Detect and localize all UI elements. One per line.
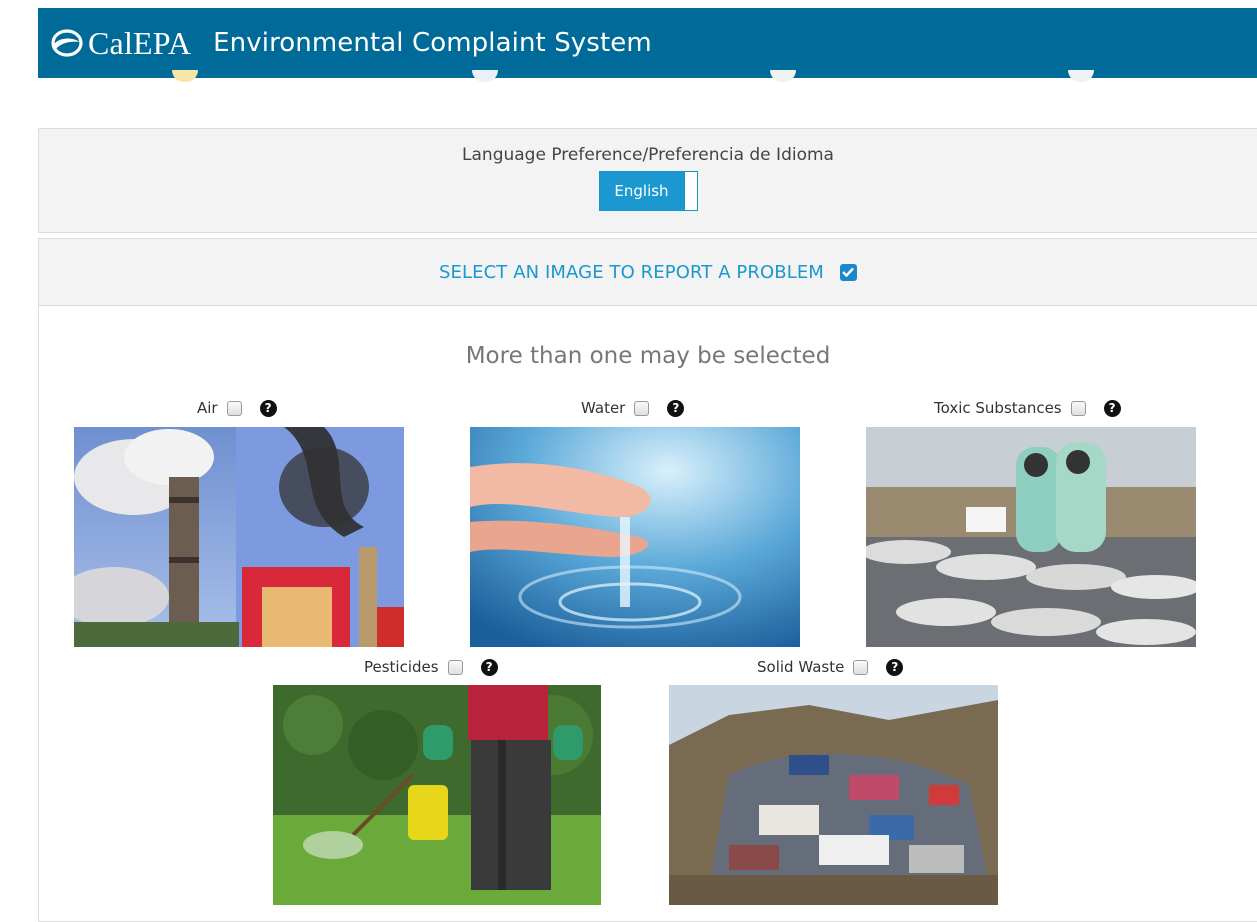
toxic-substances-image[interactable] [866, 427, 1196, 647]
header-decoration [472, 70, 498, 82]
header-decoration [770, 70, 796, 82]
category-label-water: Water ? [581, 399, 685, 417]
category-label-toxic: Toxic Substances ? [934, 399, 1121, 417]
category-name: Water [581, 399, 626, 417]
selection-hint: More than one may be selected [465, 343, 831, 369]
category-label-pesticides: Pesticides ? [364, 658, 498, 676]
app-title: Environmental Complaint System [213, 28, 652, 58]
header-decoration [1068, 70, 1094, 82]
category-label-air: Air ? [197, 399, 277, 417]
report-panel-header[interactable]: SELECT AN IMAGE TO REPORT A PROBLEM [39, 239, 1257, 306]
help-icon[interactable]: ? [259, 399, 277, 417]
category-name: Toxic Substances [934, 399, 1062, 417]
logo-text: CalEPA [88, 24, 192, 61]
pesticides-image[interactable] [273, 685, 601, 905]
help-icon[interactable]: ? [667, 399, 685, 417]
solid-waste-image[interactable] [669, 685, 998, 905]
toggle-knob[interactable] [683, 172, 697, 210]
category-name: Air [197, 399, 218, 417]
language-toggle[interactable]: English [598, 171, 698, 211]
app-header: CalEPA Environmental Complaint System [38, 8, 1257, 78]
category-name: Pesticides [364, 658, 439, 676]
language-label: Language Preference/Preferencia de Idiom… [462, 145, 834, 165]
air-checkbox[interactable] [226, 400, 242, 416]
category-name: Solid Waste [757, 658, 845, 676]
english-button[interactable]: English [599, 172, 684, 210]
calepa-swoosh-icon [51, 29, 83, 57]
water-image[interactable] [470, 427, 800, 647]
pesticides-checkbox[interactable] [447, 659, 463, 675]
help-icon[interactable]: ? [1103, 399, 1121, 417]
calepa-logo[interactable]: CalEPA [50, 25, 191, 62]
toxic-substances-checkbox[interactable] [1070, 400, 1086, 416]
report-heading[interactable]: SELECT AN IMAGE TO REPORT A PROBLEM [439, 262, 824, 283]
air-image[interactable] [74, 427, 404, 647]
solid-waste-checkbox[interactable] [853, 659, 869, 675]
header-decoration [172, 70, 198, 82]
help-icon[interactable]: ? [480, 658, 498, 676]
help-icon[interactable]: ? [886, 658, 904, 676]
category-label-solid-waste: Solid Waste ? [757, 658, 904, 676]
report-panel: SELECT AN IMAGE TO REPORT A PROBLEM More… [38, 238, 1257, 922]
water-checkbox[interactable] [634, 400, 650, 416]
language-panel: Language Preference/Preferencia de Idiom… [38, 128, 1257, 233]
checked-checkbox-icon[interactable] [839, 263, 857, 281]
